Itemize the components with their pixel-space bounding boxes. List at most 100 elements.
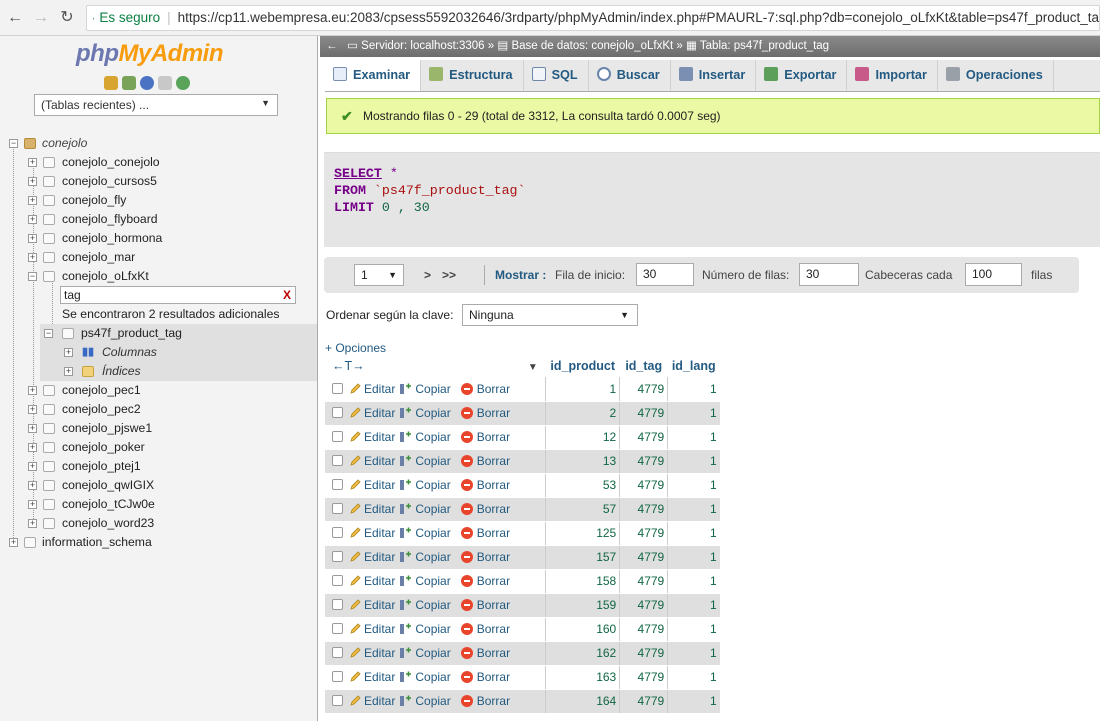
expand-icon[interactable]: + xyxy=(28,443,37,452)
copy-link[interactable]: Copiar xyxy=(399,550,454,564)
edit-link[interactable]: Editar xyxy=(349,694,399,708)
cell-id-product[interactable]: 12 xyxy=(545,425,620,450)
page-select[interactable]: 1 ▼ xyxy=(354,264,404,286)
row-checkbox[interactable] xyxy=(332,695,343,706)
expand-icon[interactable]: + xyxy=(28,234,37,243)
cell-id-product[interactable]: 125 xyxy=(545,521,620,546)
tree-db-conejolo-mar[interactable]: + conejolo_mar xyxy=(0,248,317,267)
column-arrows-header[interactable]: ←T→ xyxy=(325,355,458,377)
recent-tables-select[interactable]: (Tablas recientes) ... ▼ xyxy=(34,94,278,116)
edit-link[interactable]: Editar xyxy=(349,646,399,660)
expand-icon[interactable]: + xyxy=(28,215,37,224)
cell-id-product[interactable]: 1 xyxy=(545,377,620,402)
copy-link[interactable]: Copiar xyxy=(399,670,454,684)
tree-db-conejolo-qwigix[interactable]: + conejolo_qwIGIX xyxy=(0,476,317,495)
copy-link[interactable]: Copiar xyxy=(399,502,454,516)
column-header-id-product[interactable]: id_product xyxy=(546,355,620,377)
expand-icon[interactable]: + xyxy=(28,481,37,490)
edit-link[interactable]: Editar xyxy=(349,406,399,420)
cell-id-tag[interactable]: 4779 xyxy=(619,401,668,426)
delete-link[interactable]: Borrar xyxy=(460,478,514,492)
back-arrow-icon[interactable]: ← xyxy=(4,7,26,29)
cell-id-lang[interactable]: 1 xyxy=(667,593,720,618)
tree-db-conejolo-tcjw0e[interactable]: + conejolo_tCJw0e xyxy=(0,495,317,514)
row-checkbox[interactable] xyxy=(332,527,343,538)
expand-icon[interactable]: + xyxy=(28,196,37,205)
tree-indexes-node[interactable]: + Índices xyxy=(40,362,317,381)
edit-link[interactable]: Editar xyxy=(349,526,399,540)
docs-icon[interactable] xyxy=(158,76,172,90)
cell-id-lang[interactable]: 1 xyxy=(667,473,720,498)
expand-icon[interactable]: + xyxy=(28,424,37,433)
row-checkbox[interactable] xyxy=(332,455,343,466)
cell-id-product[interactable]: 2 xyxy=(545,401,620,426)
show-button[interactable]: Mostrar : xyxy=(495,257,546,293)
delete-link[interactable]: Borrar xyxy=(460,694,514,708)
delete-link[interactable]: Borrar xyxy=(460,526,514,540)
tree-db-conejolo-fly[interactable]: + conejolo_fly xyxy=(0,191,317,210)
edit-link[interactable]: Editar xyxy=(349,622,399,636)
cell-id-product[interactable]: 162 xyxy=(545,641,620,666)
cell-id-tag[interactable]: 4779 xyxy=(619,377,668,402)
cell-id-product[interactable]: 157 xyxy=(545,545,620,570)
sort-down-icon[interactable]: ▼ xyxy=(528,362,538,373)
reload-icon[interactable]: ↻ xyxy=(56,7,78,29)
copy-link[interactable]: Copiar xyxy=(399,598,454,612)
expand-icon[interactable]: + xyxy=(28,519,37,528)
cell-id-tag[interactable]: 4779 xyxy=(619,593,668,618)
tree-db-conejolo-pjswe1[interactable]: + conejolo_pjswe1 xyxy=(0,419,317,438)
phpmyadmin-logo[interactable]: phpMyAdmin xyxy=(76,40,223,68)
tree-db-conejolo-pec1[interactable]: + conejolo_pec1 xyxy=(0,381,317,400)
options-link[interactable]: + Opciones xyxy=(325,341,386,355)
edit-link[interactable]: Editar xyxy=(349,670,399,684)
tab-estructura[interactable]: Estructura xyxy=(421,60,524,91)
expand-icon[interactable]: + xyxy=(28,405,37,414)
sql-select[interactable]: SELECT xyxy=(334,166,382,181)
home-icon[interactable] xyxy=(104,76,118,90)
tab-operaciones[interactable]: Operaciones xyxy=(938,60,1054,91)
cell-id-tag[interactable]: 4779 xyxy=(619,473,668,498)
forward-arrow-icon[interactable]: → xyxy=(30,7,52,29)
tree-db-conejolo-flyboard[interactable]: + conejolo_flyboard xyxy=(0,210,317,229)
cell-id-tag[interactable]: 4779 xyxy=(619,641,668,666)
cell-id-tag[interactable]: 4779 xyxy=(619,689,668,714)
cell-id-tag[interactable]: 4779 xyxy=(619,665,668,690)
table-filter-input[interactable]: tag X xyxy=(60,286,296,304)
row-checkbox[interactable] xyxy=(332,479,343,490)
collapse-icon[interactable]: − xyxy=(44,329,53,338)
cell-id-lang[interactable]: 1 xyxy=(667,449,720,474)
cell-id-lang[interactable]: 1 xyxy=(667,617,720,642)
next-page-button[interactable]: > xyxy=(424,257,431,293)
edit-link[interactable]: Editar xyxy=(349,550,399,564)
expand-icon[interactable]: + xyxy=(28,500,37,509)
expand-icon[interactable]: + xyxy=(64,367,73,376)
copy-link[interactable]: Copiar xyxy=(399,526,454,540)
tree-table-ps47f-product-tag[interactable]: − ps47f_product_tag xyxy=(40,324,317,343)
cell-id-product[interactable]: 164 xyxy=(545,689,620,714)
cell-id-tag[interactable]: 4779 xyxy=(619,617,668,642)
cell-id-tag[interactable]: 4779 xyxy=(619,545,668,570)
tab-buscar[interactable]: Buscar xyxy=(589,60,671,91)
copy-link[interactable]: Copiar xyxy=(399,694,454,708)
tab-sql[interactable]: SQL xyxy=(524,60,589,91)
tree-root-db[interactable]: − conejolo xyxy=(0,134,317,153)
cell-id-product[interactable]: 158 xyxy=(545,569,620,594)
tree-db-conejolo-conejolo[interactable]: + conejolo_conejolo xyxy=(0,153,317,172)
expand-icon[interactable]: + xyxy=(28,253,37,262)
expand-icon[interactable]: + xyxy=(28,158,37,167)
logout-icon[interactable] xyxy=(122,76,136,90)
column-header-id-tag[interactable]: id_tag xyxy=(620,355,668,377)
cell-id-lang[interactable]: 1 xyxy=(667,521,720,546)
cell-id-product[interactable]: 13 xyxy=(545,449,620,474)
breadcrumb-database[interactable]: Base de datos: conejolo_oLfxKt xyxy=(511,40,673,52)
headers-every-input[interactable]: 100 xyxy=(965,263,1022,286)
edit-link[interactable]: Editar xyxy=(349,430,399,444)
tab-insertar[interactable]: Insertar xyxy=(671,60,757,91)
expand-icon[interactable]: + xyxy=(28,462,37,471)
reload-nav-icon[interactable] xyxy=(176,76,190,90)
cell-id-lang[interactable]: 1 xyxy=(667,545,720,570)
order-by-select[interactable]: Ninguna ▼ xyxy=(462,304,638,326)
row-checkbox[interactable] xyxy=(332,407,343,418)
cell-id-lang[interactable]: 1 xyxy=(667,377,720,402)
cell-id-lang[interactable]: 1 xyxy=(667,497,720,522)
